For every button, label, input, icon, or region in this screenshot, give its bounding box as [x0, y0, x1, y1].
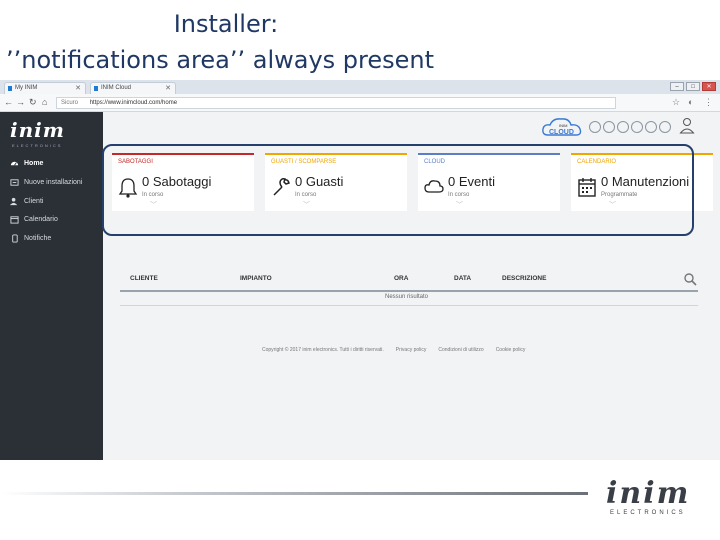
browser-tab-label: INIM Cloud	[101, 85, 132, 91]
events-table-header: CLIENTE IMPIANTO ORA DATA DESCRIZIONE	[120, 272, 698, 292]
sidebar-item-new-installations[interactable]: Nuove installazioni	[8, 176, 102, 190]
slide-title: Installer: ’’notifications area’’ always…	[0, 6, 440, 78]
lock-icon[interactable]	[589, 121, 601, 133]
mobile-icon	[12, 234, 18, 243]
sidebar-item-label: Home	[24, 160, 44, 167]
secure-label: Sicuro	[61, 100, 79, 106]
sidebar-item-home[interactable]: Home	[8, 157, 102, 171]
brand-logo-sub: ELECTRONICS	[610, 510, 686, 516]
close-tab-icon[interactable]: ✕	[165, 84, 171, 92]
notifications-highlight-box	[102, 144, 694, 236]
column-header-cliente[interactable]: CLIENTE	[130, 275, 158, 282]
sidebar-item-label: Calendario	[24, 216, 58, 223]
sidebar-item-label: Clienti	[24, 198, 44, 205]
slide-title-line-1: Installer:	[173, 10, 279, 38]
footer-link-privacy[interactable]: Privacy policy	[396, 347, 427, 353]
url-text: https://www.inimcloud.com/home	[89, 100, 178, 106]
cloud-logo-top: INIM	[559, 123, 567, 128]
brand-logo: inim ELECTRONICS	[604, 466, 714, 526]
user-icon[interactable]	[679, 117, 695, 135]
home-icon[interactable]: ⌂	[42, 97, 47, 107]
close-tab-icon[interactable]: ✕	[75, 84, 81, 92]
sidebar-item-notifications[interactable]: Notifiche	[8, 232, 102, 246]
window-controls: – □ ✕	[670, 82, 716, 92]
column-header-impianto[interactable]: IMPIANTO	[240, 275, 272, 282]
extension-icon[interactable]: ◐	[688, 97, 693, 107]
forward-icon[interactable]: →	[16, 97, 25, 107]
minimize-icon[interactable]: –	[670, 82, 684, 91]
browser-tab-inim-cloud[interactable]: INIM Cloud ✕	[90, 82, 176, 94]
info-icon[interactable]	[659, 121, 671, 133]
print-icon[interactable]	[645, 121, 657, 133]
search-icon[interactable]	[683, 272, 697, 286]
brand-logo-text: inim	[606, 476, 691, 511]
sidebar-logo-sub: ELECTRONICS	[12, 143, 63, 148]
slide-title-line-2: ’’notifications area’’ always present	[5, 46, 435, 74]
tools-icon[interactable]	[617, 121, 629, 133]
maximize-icon[interactable]: □	[686, 82, 700, 91]
browser-tab-my-inim[interactable]: My INIM ✕	[4, 82, 86, 94]
cloud-logo-text: CLOUD	[549, 129, 574, 136]
sidebar-item-label: Notifiche	[24, 235, 52, 242]
reload-icon[interactable]: ↻	[29, 97, 37, 108]
sidebar-item-clients[interactable]: Clienti	[8, 195, 102, 209]
browser-tab-label: My INIM	[15, 85, 38, 91]
column-header-data[interactable]: DATA	[454, 275, 471, 282]
bottom-divider	[0, 492, 588, 495]
users-icon	[10, 197, 18, 206]
settings-icon[interactable]	[603, 121, 615, 133]
menu-icon[interactable]: ⋮	[704, 97, 713, 108]
install-icon	[10, 179, 19, 186]
table-divider	[120, 305, 698, 306]
address-bar: ← → ↻ ⌂ Sicuro https://www.inimcloud.com…	[0, 94, 720, 112]
star-icon[interactable]: ☆	[672, 97, 680, 108]
empty-table-message: Nessun risultato	[385, 294, 429, 300]
browser-window: My INIM ✕ INIM Cloud ✕ – □ ✕ ← → ↻ ⌂ Sic…	[0, 80, 720, 460]
page-footer: Copyright © 2017 inim electronics. Tutti…	[262, 347, 525, 353]
sidebar-logo[interactable]: inim	[10, 118, 65, 142]
inim-cloud-logo[interactable]: INIM CLOUD	[540, 115, 586, 139]
dashboard-icon	[10, 161, 19, 166]
calendar-icon	[10, 216, 19, 224]
sidebar-item-calendar[interactable]: Calendario	[8, 213, 102, 227]
favicon-icon	[8, 86, 12, 91]
refresh-icon[interactable]	[631, 121, 643, 133]
column-header-ora[interactable]: ORA	[394, 275, 408, 282]
header-icons	[589, 121, 671, 133]
footer-link-terms[interactable]: Condizioni di utilizzo	[438, 347, 483, 353]
browser-tab-bar: My INIM ✕ INIM Cloud ✕ – □ ✕	[0, 80, 720, 94]
sidebar-item-label: Nuove installazioni	[24, 179, 83, 186]
footer-copyright: Copyright © 2017 inim electronics. Tutti…	[262, 347, 384, 353]
sidebar: inim ELECTRONICS Home Nuove installazion…	[0, 112, 103, 460]
window-close-icon[interactable]: ✕	[702, 82, 716, 91]
url-field[interactable]: Sicuro https://www.inimcloud.com/home	[56, 97, 616, 109]
column-header-descrizione[interactable]: DESCRIZIONE	[502, 275, 546, 282]
footer-link-cookie[interactable]: Cookie policy	[496, 347, 526, 353]
favicon-icon	[94, 86, 98, 91]
back-icon[interactable]: ←	[4, 97, 13, 107]
